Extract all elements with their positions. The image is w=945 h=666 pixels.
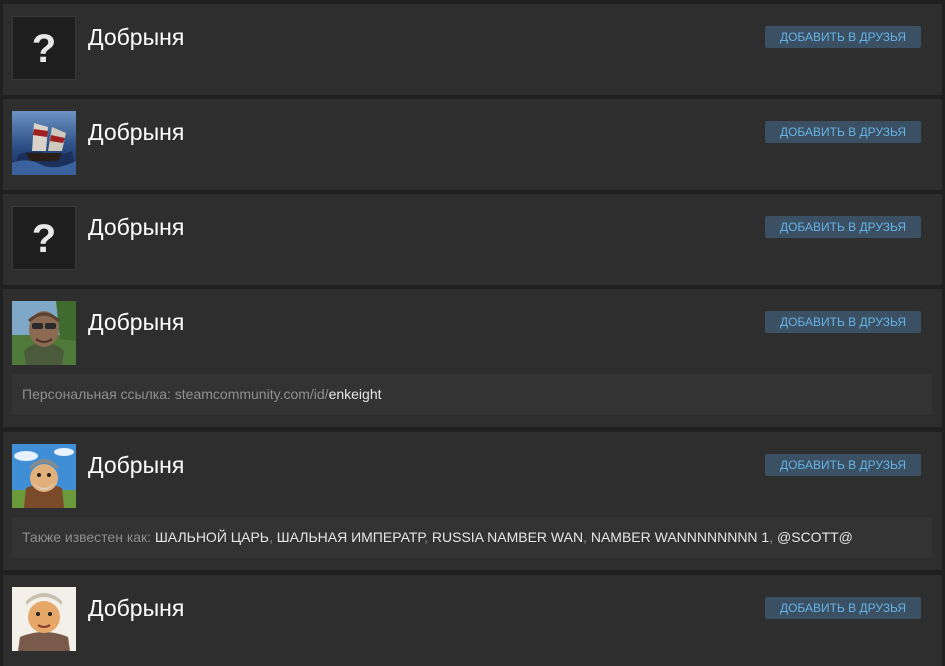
avatar[interactable]: ? (12, 206, 76, 270)
add-friend-button[interactable]: ДОБАВИТЬ В ДРУЗЬЯ (764, 597, 921, 619)
alias: @SCOTT@ (777, 529, 853, 545)
svg-text:?: ? (32, 27, 56, 71)
cartoon-bogatyr-avatar (12, 587, 76, 651)
search-result-card: ? Добрыня ДОБАВИТЬ В ДРУЗЬЯ (3, 4, 942, 95)
profile-name[interactable]: Добрыня (88, 23, 184, 51)
avatar[interactable] (12, 444, 76, 508)
personal-link-label: Персональная ссылка: (22, 386, 175, 402)
avatar[interactable] (12, 301, 76, 365)
profile-name[interactable]: Добрыня (88, 118, 184, 146)
add-friend-button[interactable]: ДОБАВИТЬ В ДРУЗЬЯ (764, 26, 921, 48)
also-known-as-label: Также известен как: (22, 529, 155, 545)
avatar[interactable] (12, 111, 76, 175)
also-known-as-row: Также известен как: ШАЛЬНОЙ ЦАРЬ, ШАЛЬНА… (12, 517, 932, 558)
personal-link-value[interactable]: enkeight (329, 386, 382, 402)
add-friend-button[interactable]: ДОБАВИТЬ В ДРУЗЬЯ (764, 216, 921, 238)
personal-link-row: Персональная ссылка: steamcommunity.com/… (12, 374, 932, 415)
search-result-card: Добрыня ДОБАВИТЬ В ДРУЗЬЯ (3, 99, 942, 190)
add-friend-button[interactable]: ДОБАВИТЬ В ДРУЗЬЯ (764, 311, 921, 333)
question-mark-icon: ? (12, 16, 76, 80)
profile-name[interactable]: Добрыня (88, 308, 184, 336)
avatar[interactable] (12, 587, 76, 651)
add-friend-button[interactable]: ДОБАВИТЬ В ДРУЗЬЯ (764, 121, 921, 143)
profile-name[interactable]: Добрыня (88, 594, 184, 622)
search-result-card: Добрыня ДОБАВИТЬ В ДРУЗЬЯ (3, 575, 942, 666)
question-mark-icon: ? (12, 206, 76, 270)
search-result-card: Добрыня ДОБАВИТЬ В ДРУЗЬЯ Также известен… (3, 432, 942, 570)
svg-text:?: ? (32, 217, 56, 261)
cartoon-bogatyr-avatar (12, 444, 76, 508)
alias: ШАЛЬНАЯ ИМПЕРАТР (276, 529, 425, 545)
avatar[interactable]: ? (12, 16, 76, 80)
search-result-card: Добрыня ДОБАВИТЬ В ДРУЗЬЯ Персональная с… (3, 289, 942, 427)
personal-link-prefix: steamcommunity.com/id/ (174, 386, 329, 402)
ship-avatar (12, 111, 76, 175)
add-friend-button[interactable]: ДОБАВИТЬ В ДРУЗЬЯ (764, 454, 921, 476)
alias: RUSSIA NAMBER WAN (431, 529, 584, 545)
alias: NAMBER WANNNNNNNN 1 (590, 529, 770, 545)
old-man-avatar (12, 301, 76, 365)
search-result-card: ? Добрыня ДОБАВИТЬ В ДРУЗЬЯ (3, 194, 942, 285)
profile-name[interactable]: Добрыня (88, 213, 184, 241)
alias: ШАЛЬНОЙ ЦАРЬ (154, 529, 269, 545)
profile-name[interactable]: Добрыня (88, 451, 184, 479)
